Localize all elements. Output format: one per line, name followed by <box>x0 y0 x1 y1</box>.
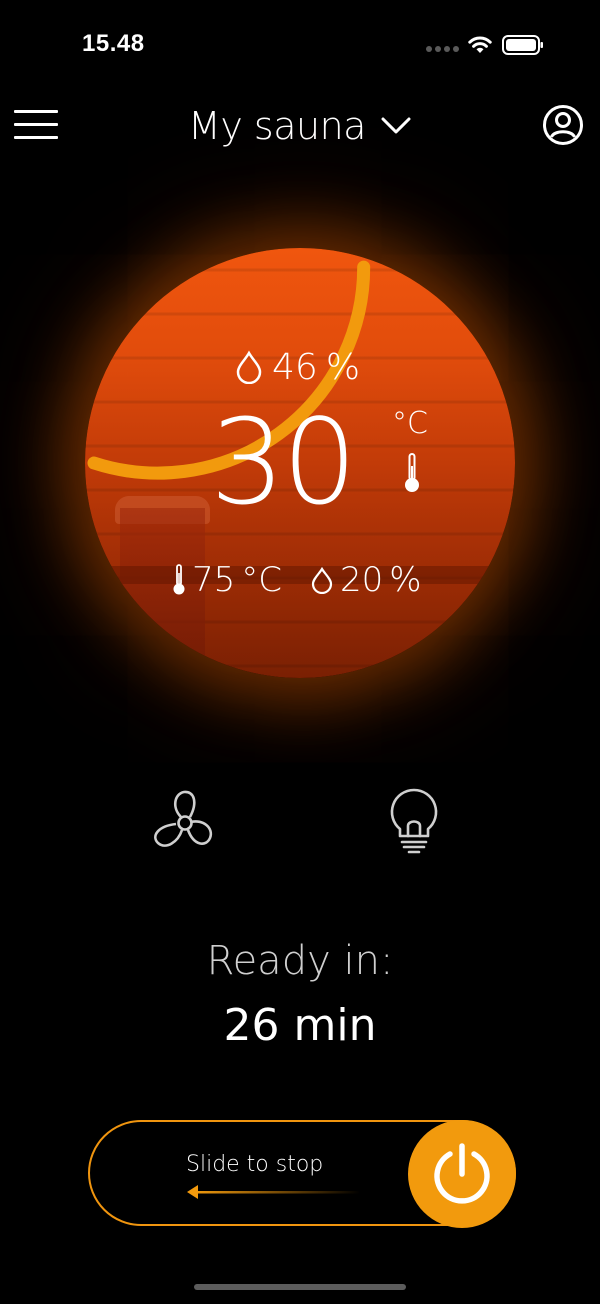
target-settings[interactable]: 75 °C 20 % <box>172 558 422 602</box>
target-humidity-unit: % <box>389 560 422 600</box>
wifi-icon <box>468 36 492 53</box>
battery-icon <box>502 35 543 55</box>
ready-time-value: 26 min <box>223 1000 377 1051</box>
current-humidity-value: 46 <box>272 346 318 388</box>
current-humidity: 46 % <box>234 344 360 390</box>
thermometer-icon <box>405 453 419 492</box>
target-thermometer-icon <box>173 564 185 595</box>
chevron-down-icon <box>381 117 411 134</box>
user-profile-icon[interactable] <box>542 104 584 146</box>
power-button[interactable] <box>408 1120 516 1228</box>
power-icon <box>434 1143 490 1204</box>
target-droplet-icon <box>311 566 333 594</box>
target-humidity-value: 20 <box>340 560 384 600</box>
target-temperature-value: 75 <box>192 560 236 600</box>
arrow-left-icon <box>187 1185 360 1199</box>
current-temperature-unit: °C <box>392 406 428 441</box>
slide-to-stop-label: Slide to stop <box>186 1152 324 1177</box>
current-temperature: 30 <box>210 393 357 531</box>
fan-icon[interactable] <box>148 786 222 860</box>
current-humidity-unit: % <box>325 346 361 388</box>
status-time: 15.48 <box>82 30 145 57</box>
target-temperature-unit: °C <box>241 560 283 600</box>
sauna-selector[interactable]: My sauna <box>140 96 460 156</box>
hamburger-menu-icon <box>14 110 58 113</box>
cellular-signal-icon <box>426 46 462 52</box>
ready-label: Ready in: <box>206 938 394 984</box>
page-title: My sauna <box>188 104 366 148</box>
home-indicator <box>194 1284 406 1290</box>
light-bulb-icon[interactable] <box>384 786 444 858</box>
menu-button[interactable] <box>14 106 60 142</box>
droplet-icon <box>236 350 262 384</box>
